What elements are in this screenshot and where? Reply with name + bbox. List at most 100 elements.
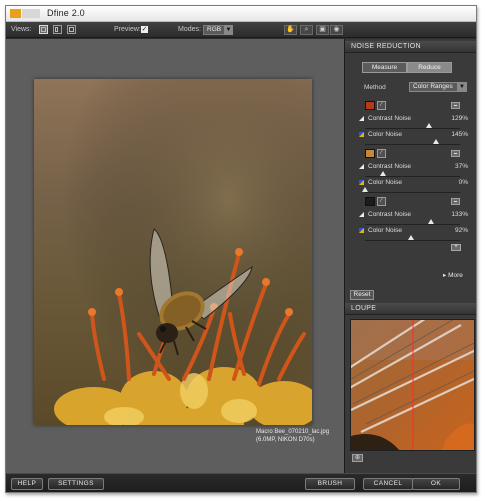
contrast-icon: [359, 164, 364, 169]
mode-select[interactable]: RGB ▼: [203, 25, 233, 35]
tab-measure[interactable]: Measure: [362, 62, 407, 73]
image-info: (6.0MP, NIKON D70s): [256, 437, 315, 443]
preview-label: Preview:: [114, 26, 141, 33]
more-label: More: [448, 272, 463, 279]
help-button[interactable]: HELP: [11, 478, 43, 490]
method-select-value: Color Ranges: [413, 83, 453, 90]
toolbar: Views: Preview: ✓ Modes: RGB ▼ ✋ ⌕ ▣ ◉: [6, 22, 476, 38]
noise-reduction-header: NOISE REDUCTION: [345, 41, 476, 53]
fit-tool-button[interactable]: ▣: [316, 25, 329, 35]
contrast-noise-label: Contrast Noise: [368, 211, 411, 218]
contrast-noise-slider[interactable]: [365, 123, 460, 129]
contrast-noise-slider[interactable]: [365, 171, 460, 177]
contrast-icon: [359, 212, 364, 217]
contrast-noise-row: Contrast Noise 133%: [359, 210, 474, 219]
color-swatch-2[interactable]: [365, 149, 375, 158]
split-view-icon: [55, 27, 58, 32]
contrast-icon: [359, 116, 364, 121]
triangle-right-icon: ▸: [443, 272, 447, 279]
slider-handle[interactable]: [427, 219, 434, 224]
contrast-noise-label: Contrast Noise: [368, 163, 411, 170]
bee-photo-image: [34, 79, 312, 425]
color-noise-value: 0%: [458, 179, 468, 186]
hand-icon: ✋: [286, 26, 295, 33]
control-point-tool-button[interactable]: ◉: [330, 25, 343, 35]
contrast-noise-row: Contrast Noise 37%: [359, 162, 474, 171]
contrast-noise-slider[interactable]: [365, 219, 460, 225]
color-noise-row: Color Noise 0%: [359, 178, 474, 187]
eyedropper-icon[interactable]: ⁄: [377, 149, 386, 158]
slider-handle[interactable]: [380, 171, 387, 176]
method-label: Method: [364, 84, 386, 91]
slider-handle[interactable]: [362, 187, 368, 192]
image-canvas[interactable]: Macro Bee_070210_lac.jpg (6.0MP, NIKON D…: [6, 39, 344, 473]
measure-reduce-tabs: Measure Reduce: [362, 62, 452, 73]
color-noise-slider[interactable]: [365, 139, 460, 145]
eyedropper-icon[interactable]: ⁄: [377, 197, 386, 206]
color-swatch-1[interactable]: [365, 101, 375, 110]
color-icon: [359, 228, 364, 233]
ok-button[interactable]: OK: [412, 478, 460, 490]
single-view-button[interactable]: [39, 25, 48, 34]
dfine-window: Dfine 2.0 Views: Preview: ✓ Modes: RGB ▼…: [5, 5, 477, 493]
color-noise-slider[interactable]: [362, 187, 460, 193]
split-view-button[interactable]: [53, 25, 62, 34]
side-by-side-view-button[interactable]: [67, 25, 76, 34]
contrast-noise-row: Contrast Noise 129%: [359, 114, 474, 123]
slider-handle[interactable]: [425, 123, 432, 128]
right-panel: NOISE REDUCTION Measure Reduce Method Co…: [344, 39, 476, 473]
plus-icon: +: [454, 244, 458, 250]
app-title: Dfine 2.0: [47, 8, 85, 18]
add-color-range-button[interactable]: +: [451, 244, 461, 251]
loupe-pin-button[interactable]: ⊕: [352, 454, 363, 462]
settings-button[interactable]: SETTINGS: [48, 478, 104, 490]
fit-icon: ▣: [319, 26, 326, 33]
mode-select-value: RGB: [207, 26, 222, 33]
image-caption: Macro Bee_070210_lac.jpg (6.0MP, NIKON D…: [256, 428, 329, 444]
bee-photo: [34, 79, 312, 425]
tab-reduce[interactable]: Reduce: [407, 62, 452, 73]
nik-logo: [10, 9, 40, 18]
color-noise-label: Color Noise: [368, 179, 402, 186]
contrast-noise-value: 129%: [451, 115, 468, 122]
loupe-image: [351, 320, 474, 450]
zoom-tool-button[interactable]: ⌕: [300, 25, 313, 35]
pin-icon: ⊕: [354, 455, 361, 461]
more-toggle[interactable]: ▸ More: [443, 271, 463, 279]
control-point-icon: ◉: [333, 26, 340, 33]
color-swatch-3[interactable]: [365, 197, 375, 206]
preview-checkbox[interactable]: ✓: [141, 26, 148, 33]
group-menu-button[interactable]: [451, 198, 460, 205]
views-label: Views:: [11, 26, 32, 33]
color-noise-row: Color Noise 92%: [359, 226, 474, 235]
color-noise-value: 145%: [451, 131, 468, 138]
contrast-noise-value: 133%: [451, 211, 468, 218]
chevron-down-icon: ▼: [224, 25, 233, 35]
group-menu-button[interactable]: [451, 102, 460, 109]
color-icon: [359, 132, 364, 137]
chevron-down-icon: ▼: [457, 82, 467, 92]
reset-button[interactable]: Reset: [350, 290, 374, 300]
color-noise-label: Color Noise: [368, 227, 402, 234]
bottom-bar: HELP SETTINGS BRUSH CANCEL OK: [6, 473, 476, 492]
eyedropper-icon[interactable]: ⁄: [377, 101, 386, 110]
modes-label: Modes:: [178, 26, 201, 33]
loupe-view[interactable]: [350, 319, 475, 451]
color-noise-slider[interactable]: [365, 235, 460, 241]
cancel-button[interactable]: CANCEL: [363, 478, 413, 490]
side-by-side-icon: [69, 27, 74, 32]
brush-button[interactable]: BRUSH: [305, 478, 355, 490]
image-filename: Macro Bee_070210_lac.jpg: [256, 429, 330, 435]
contrast-noise-value: 37%: [454, 163, 468, 170]
slider-handle[interactable]: [433, 139, 440, 144]
slider-handle[interactable]: [407, 235, 414, 240]
zoom-icon: ⌕: [304, 26, 309, 33]
hand-tool-button[interactable]: ✋: [284, 25, 297, 35]
single-view-icon: [41, 27, 46, 32]
color-noise-label: Color Noise: [368, 131, 402, 138]
method-select[interactable]: Color Ranges ▼: [409, 82, 467, 92]
contrast-noise-label: Contrast Noise: [368, 115, 411, 122]
loupe-header: LOUPE: [345, 303, 476, 315]
group-menu-button[interactable]: [451, 150, 460, 157]
title-bar: Dfine 2.0: [6, 6, 476, 22]
